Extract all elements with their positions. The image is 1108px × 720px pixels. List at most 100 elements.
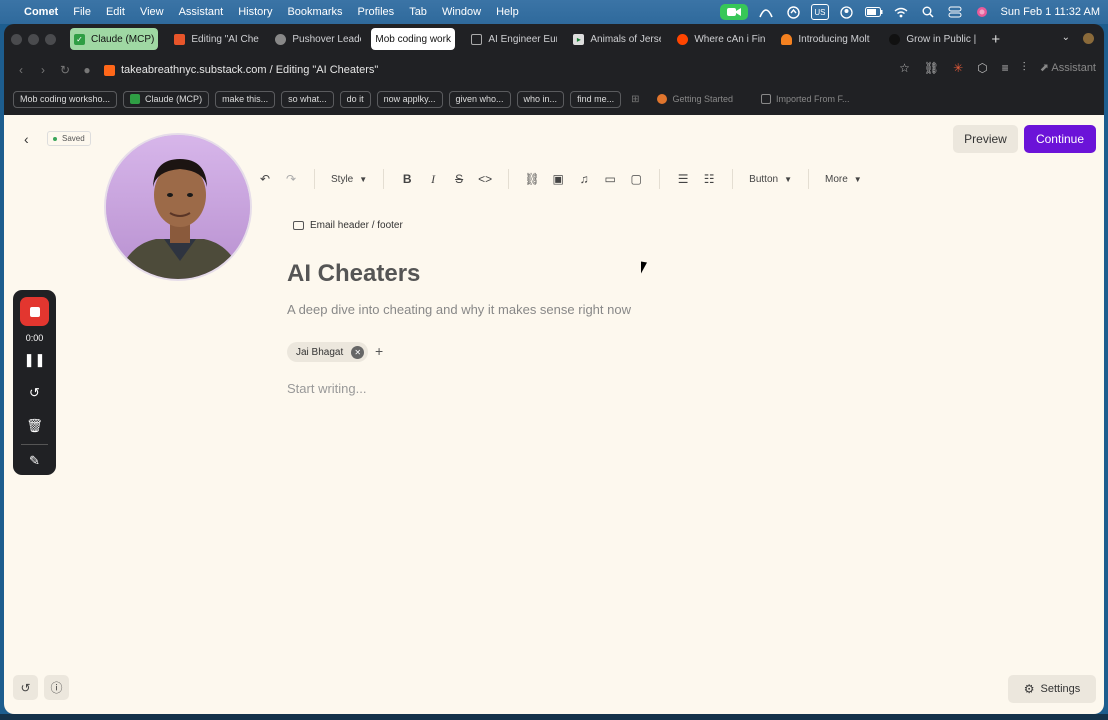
- share-link-icon[interactable]: ⛓: [924, 61, 939, 75]
- italic-icon[interactable]: I: [420, 172, 446, 187]
- bookmark-item[interactable]: make this...: [215, 90, 276, 108]
- settings-button[interactable]: ⚙ Settings: [1008, 675, 1096, 703]
- restart-icon[interactable]: ↺: [13, 385, 56, 401]
- menu-edit[interactable]: Edit: [106, 6, 125, 18]
- post-subtitle[interactable]: A deep dive into cheating and why it mak…: [287, 302, 631, 317]
- tab-claude-mcp[interactable]: ✓ Claude (MCP): [70, 28, 159, 50]
- redo-icon[interactable]: ↷: [278, 172, 304, 186]
- comment-icon[interactable]: ▢: [623, 172, 649, 186]
- history-icon[interactable]: ↺: [13, 675, 38, 700]
- more-dropdown[interactable]: More ▼: [819, 174, 868, 185]
- bookmark-item[interactable]: who in...: [516, 90, 565, 108]
- pause-icon[interactable]: ❚❚: [13, 352, 56, 368]
- email-header-footer-button[interactable]: Email header / footer: [293, 220, 403, 231]
- audio-icon[interactable]: ⫶: [1023, 60, 1026, 75]
- perplexity-icon[interactable]: [757, 4, 775, 20]
- bold-icon[interactable]: B: [394, 172, 420, 186]
- bookmark-item[interactable]: Getting Started: [651, 91, 739, 108]
- stop-recording-button[interactable]: [20, 297, 49, 326]
- menu-app-name[interactable]: Comet: [24, 6, 58, 18]
- menu-bookmarks[interactable]: Bookmarks: [287, 6, 342, 18]
- post-title[interactable]: AI Cheaters: [287, 260, 420, 288]
- forward-arrow-icon[interactable]: ›: [32, 63, 54, 77]
- tab-animals-of-jersey[interactable]: ▸ Animals of Jerse: [567, 28, 667, 50]
- reader-icon[interactable]: ≡: [1002, 61, 1009, 75]
- tab-mob-coding[interactable]: Mob coding works: [371, 28, 456, 50]
- post-body-editor[interactable]: Start writing...: [287, 381, 366, 396]
- author-chip[interactable]: Jai Bhagat ✕: [287, 342, 369, 362]
- input-source-badge[interactable]: US: [811, 4, 829, 20]
- bookmark-folder[interactable]: Imported From F...: [755, 91, 856, 108]
- trash-icon[interactable]: 🗑: [13, 418, 56, 434]
- menu-history[interactable]: History: [238, 6, 272, 18]
- pen-icon[interactable]: ✎: [13, 453, 56, 469]
- remove-author-icon[interactable]: ✕: [351, 345, 365, 359]
- tab-where-can-i-find[interactable]: Where cAn i Find: [671, 28, 771, 50]
- add-author-plus-icon[interactable]: +: [375, 343, 383, 359]
- zoom-window-button[interactable]: [45, 33, 56, 45]
- sync-icon[interactable]: [784, 4, 802, 20]
- tab-list-chevron-icon[interactable]: ⌄: [1062, 32, 1070, 43]
- style-dropdown[interactable]: Style ▼: [325, 174, 373, 185]
- tab-grow-in-public[interactable]: Grow in Public | S: [883, 28, 983, 50]
- preview-button[interactable]: Preview: [953, 125, 1018, 153]
- desktop-edge: [0, 714, 1108, 720]
- wifi-icon[interactable]: [892, 4, 910, 20]
- tab-pushover[interactable]: Pushover Leader: [269, 28, 367, 50]
- continue-button[interactable]: Continue: [1024, 125, 1096, 153]
- user-icon[interactable]: [838, 4, 856, 20]
- bookmark-star-icon[interactable]: ☆: [899, 61, 910, 75]
- profile-avatar-icon[interactable]: [1083, 33, 1094, 44]
- bookmark-item[interactable]: Claude (MCP): [123, 90, 210, 108]
- extension-icon[interactable]: ✳: [953, 61, 963, 75]
- tab-editing-ai-cheaters[interactable]: Editing "AI Cheat: [168, 28, 265, 50]
- back-arrow-icon[interactable]: ‹: [10, 63, 32, 77]
- extension-puzzle-icon[interactable]: ⬡: [977, 61, 987, 75]
- tab-label: Introducing Molt: [798, 33, 870, 45]
- menu-window[interactable]: Window: [442, 6, 481, 18]
- numbered-list-icon[interactable]: ☷: [696, 172, 722, 186]
- back-chevron-icon[interactable]: ‹: [24, 131, 29, 147]
- microphone-icon[interactable]: ●: [76, 63, 98, 77]
- apps-grid-icon[interactable]: ⊞: [631, 94, 639, 105]
- bookmark-item[interactable]: now applky...: [376, 90, 443, 108]
- toolbar-divider: [808, 169, 809, 189]
- video-icon[interactable]: ▭: [597, 172, 623, 186]
- menubar-clock[interactable]: Sun Feb 1 11:32 AM: [1001, 6, 1100, 18]
- assistant-icon: ⬈: [1039, 62, 1052, 74]
- strikethrough-icon[interactable]: S: [446, 172, 472, 186]
- url-field[interactable]: takeabreathnyc.substack.com / Editing "A…: [104, 64, 378, 76]
- control-center-icon[interactable]: [946, 4, 964, 20]
- video-recording-icon[interactable]: [720, 4, 749, 20]
- undo-icon[interactable]: ↶: [252, 172, 278, 186]
- code-icon[interactable]: <>: [472, 172, 498, 186]
- audio-headphones-icon[interactable]: ♫: [571, 172, 597, 186]
- bookmark-item[interactable]: find me...: [570, 90, 622, 108]
- bookmark-item[interactable]: do it: [339, 90, 371, 108]
- info-icon[interactable]: ⓘ: [44, 675, 69, 700]
- menu-help[interactable]: Help: [496, 6, 519, 18]
- siri-icon[interactable]: [973, 4, 991, 20]
- bookmark-item[interactable]: given who...: [448, 90, 511, 108]
- close-window-button[interactable]: [11, 33, 22, 45]
- bookmark-item[interactable]: Mob coding worksho...: [13, 90, 118, 108]
- new-tab-plus-icon[interactable]: +: [991, 31, 1000, 48]
- battery-icon[interactable]: [864, 4, 883, 20]
- bookmark-item[interactable]: so what...: [281, 90, 334, 108]
- menu-profiles[interactable]: Profiles: [358, 6, 395, 18]
- menu-assistant[interactable]: Assistant: [179, 6, 224, 18]
- menu-view[interactable]: View: [140, 6, 164, 18]
- tab-introducing-molt[interactable]: Introducing Molt: [775, 28, 879, 50]
- spotlight-search-icon[interactable]: [919, 4, 937, 20]
- bullet-list-icon[interactable]: ☰: [670, 172, 696, 186]
- minimize-window-button[interactable]: [28, 33, 39, 45]
- menu-file[interactable]: File: [73, 6, 91, 18]
- tab-ai-engineer[interactable]: AI Engineer Euro: [465, 28, 563, 50]
- link-icon[interactable]: ⛓: [519, 172, 545, 186]
- image-icon[interactable]: ▣: [545, 172, 571, 186]
- button-dropdown[interactable]: Button ▼: [743, 174, 798, 185]
- assistant-button[interactable]: ⬈ Assistant: [1040, 61, 1096, 74]
- menu-tab[interactable]: Tab: [409, 6, 427, 18]
- window-controls: [11, 33, 56, 45]
- reload-icon[interactable]: ↻: [54, 63, 76, 77]
